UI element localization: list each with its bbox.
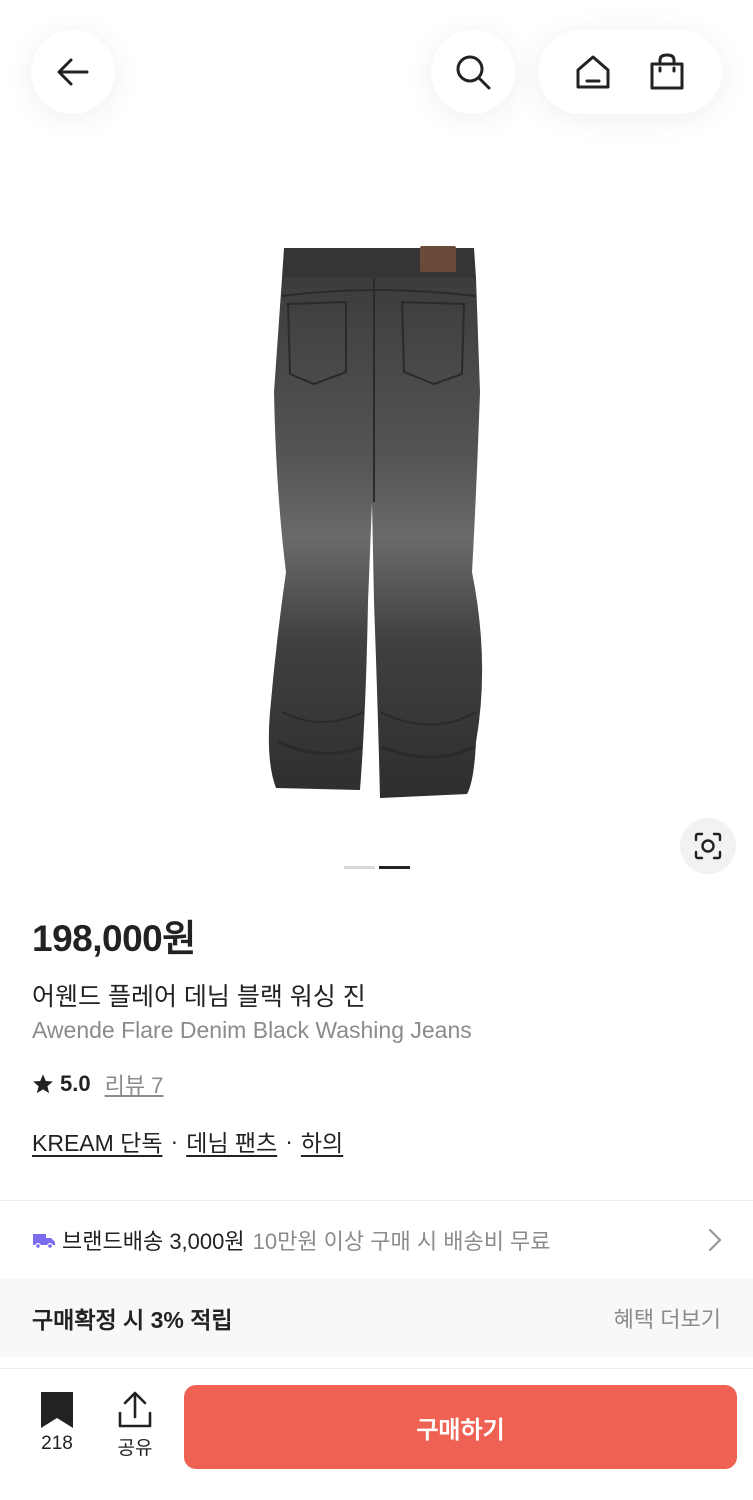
benefit-label: 구매확정 시 3% 적립 xyxy=(32,1307,233,1333)
share-button[interactable]: 공유 xyxy=(100,1391,170,1460)
tag-separator: · xyxy=(170,1127,179,1154)
shipping-note: 10만원 이상 구매 시 배송비 무료 xyxy=(252,1229,551,1254)
cart-button[interactable] xyxy=(637,42,697,102)
tag-denim-pants[interactable]: 데님 팬츠 xyxy=(186,1124,277,1158)
bookmark-button[interactable]: 218 xyxy=(22,1391,92,1455)
truck-icon xyxy=(33,1234,55,1250)
bookmark-icon xyxy=(41,1392,73,1428)
search-icon xyxy=(456,55,491,90)
chevron-right-icon xyxy=(708,1228,722,1252)
product-price: 198,000원 xyxy=(32,918,196,959)
product-image xyxy=(268,246,483,798)
shipping-row[interactable]: 브랜드배송 3,000원 10만원 이상 구매 시 배송비 무료 xyxy=(0,1201,753,1279)
rating-row: 5.0 리뷰 7 xyxy=(32,1068,163,1100)
benefit-more-link[interactable]: 혜택 더보기 xyxy=(614,1302,721,1334)
category-tags: KREAM 단독 · 데님 팬츠 · 하의 xyxy=(32,1124,343,1158)
product-name-en: Awende Flare Denim Black Washing Jeans xyxy=(32,1017,472,1043)
nav-pill xyxy=(538,30,722,114)
lens-search-icon xyxy=(694,832,722,860)
search-button[interactable] xyxy=(431,30,515,114)
product-gallery[interactable] xyxy=(0,150,753,890)
share-icon xyxy=(118,1391,152,1428)
arrow-left-icon xyxy=(57,58,89,86)
shopping-bag-icon xyxy=(650,53,684,90)
top-bar xyxy=(0,0,753,150)
product-name-ko: 어웬드 플레어 데님 블랙 워싱 진 xyxy=(32,983,366,1011)
tag-bottoms[interactable]: 하의 xyxy=(301,1124,343,1158)
star-icon xyxy=(33,1074,53,1094)
buy-button[interactable]: 구매하기 xyxy=(184,1385,737,1469)
lens-search-button[interactable] xyxy=(680,818,736,874)
tag-separator: · xyxy=(285,1127,293,1154)
bookmark-count: 218 xyxy=(41,1433,73,1454)
tag-kream-exclusive[interactable]: KREAM 단독 xyxy=(32,1124,163,1158)
rating-score: 5.0 xyxy=(60,1071,91,1096)
bottom-action-bar: 218 공유 구매하기 xyxy=(0,1368,753,1500)
gallery-dot xyxy=(344,866,375,869)
home-icon xyxy=(576,55,610,89)
gallery-dot-active xyxy=(379,866,410,869)
gallery-indicator xyxy=(344,866,410,869)
share-label: 공유 xyxy=(117,1438,153,1459)
shipping-fee: 브랜드배송 3,000원 xyxy=(62,1229,245,1254)
benefit-row: 구매확정 시 3% 적립 혜택 더보기 xyxy=(0,1279,753,1357)
review-link[interactable]: 리뷰 7 xyxy=(105,1068,164,1100)
home-button[interactable] xyxy=(563,42,623,102)
back-button[interactable] xyxy=(31,30,115,114)
